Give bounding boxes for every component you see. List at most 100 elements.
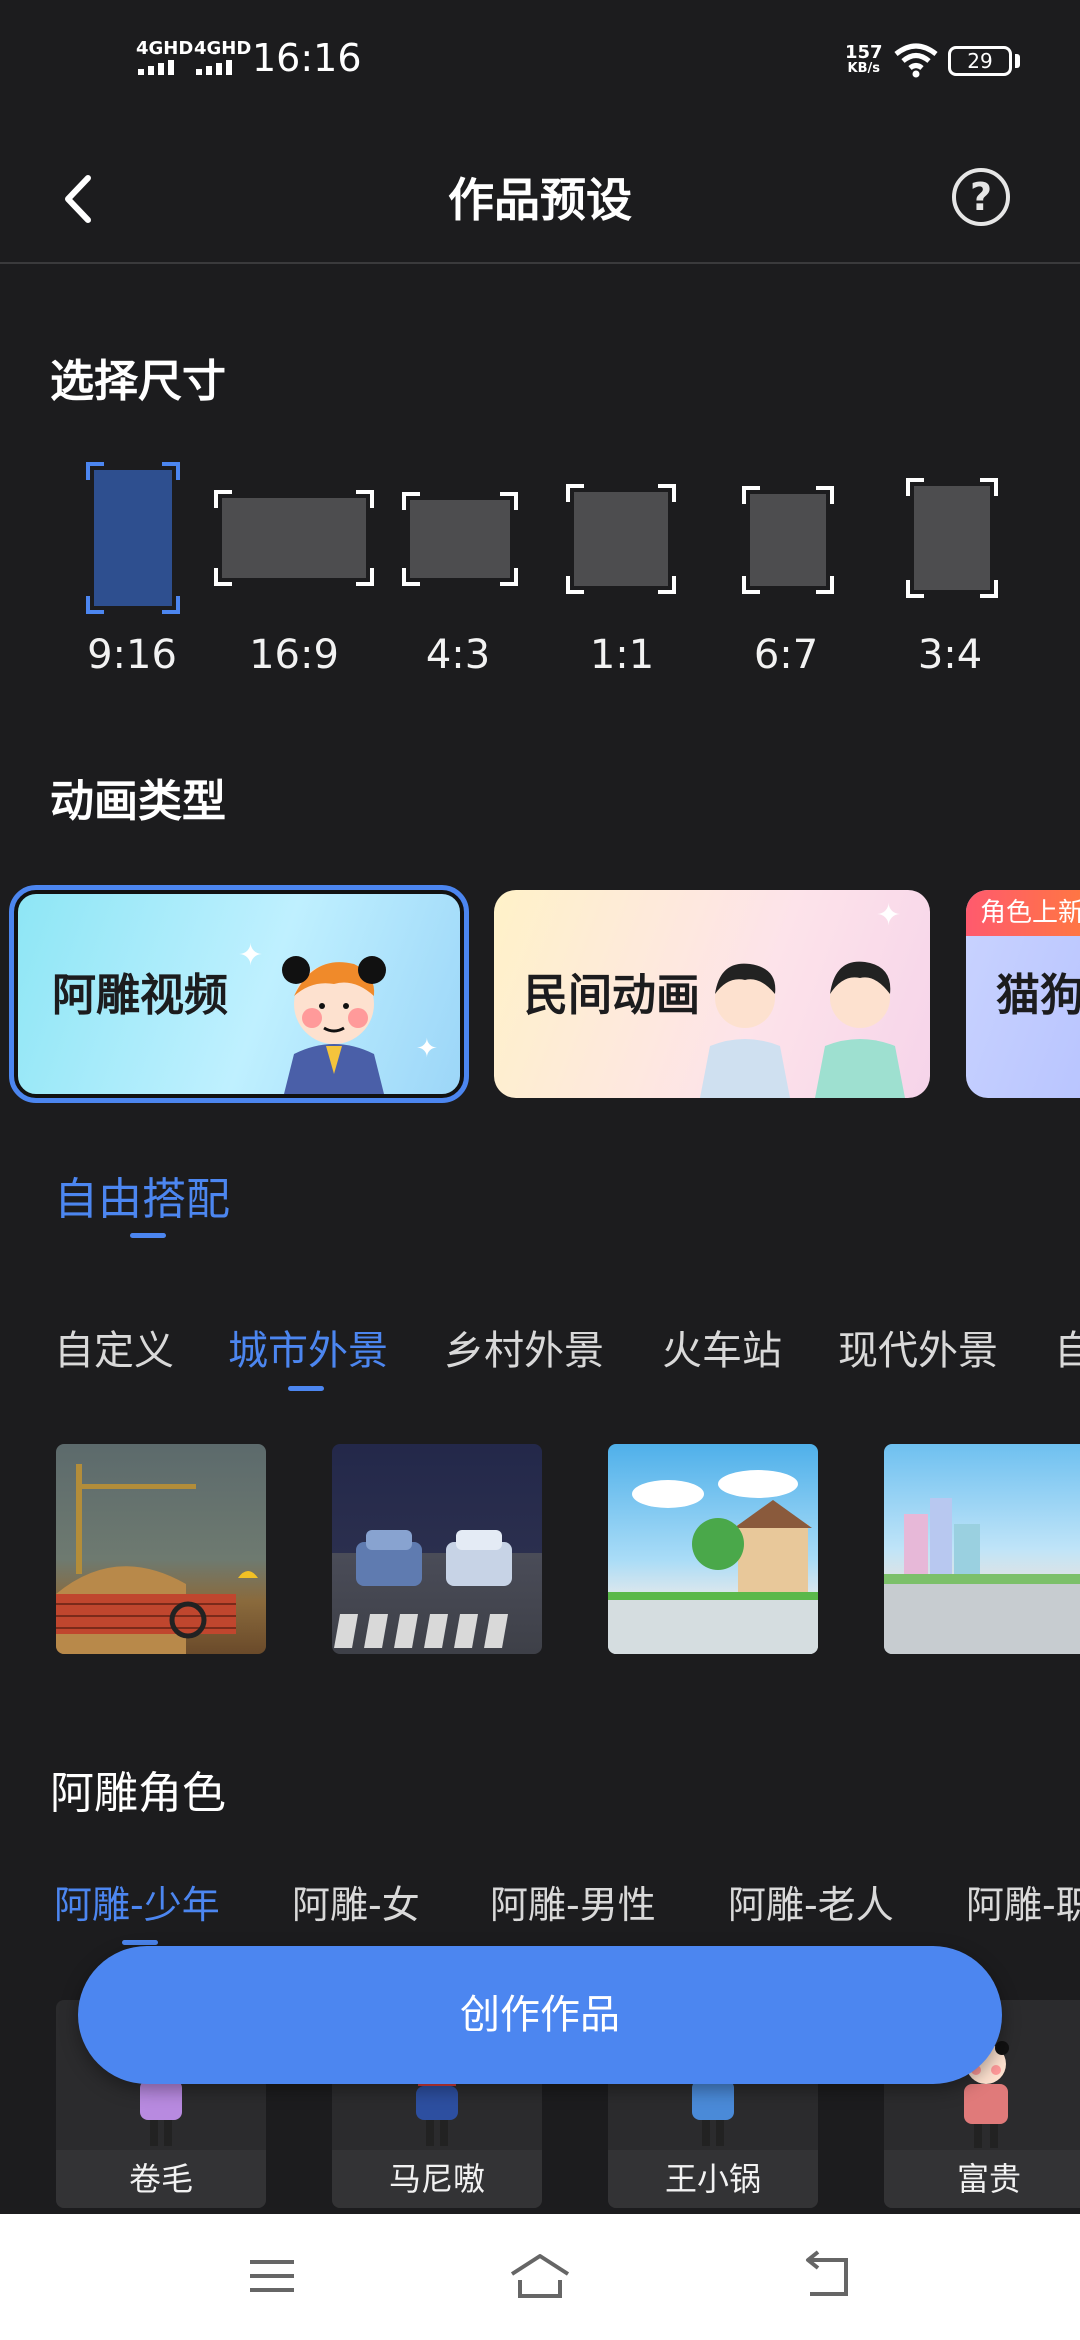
scene-thumbnail-construction[interactable]: [56, 1444, 266, 1654]
ratio-option-3-4[interactable]: [906, 478, 998, 598]
status-bar: 4GHD 4GHD 16:16 157 KB/s 29: [0, 0, 1080, 120]
wifi-icon: [894, 43, 938, 78]
ratio-option-6-7[interactable]: [742, 486, 834, 594]
corner: [500, 492, 518, 510]
battery-tip: [1015, 54, 1020, 68]
ratio-option-9-16[interactable]: [86, 462, 180, 614]
corner: [214, 568, 232, 586]
scene-thumbnail-town[interactable]: [608, 1444, 818, 1654]
ratio-preview: [914, 486, 990, 590]
page-title: 作品预设: [448, 173, 632, 227]
corner: [906, 478, 924, 496]
question-circle-icon[interactable]: ?: [952, 168, 1010, 226]
ratio-option-1-1[interactable]: [566, 484, 676, 594]
scene-tab-indicator: [288, 1386, 324, 1391]
character-name: 富贵: [884, 2150, 1080, 2208]
character-name: 王小锅: [608, 2150, 818, 2208]
ratio-label-9-16[interactable]: 9:16: [62, 630, 202, 680]
scene-tab-village[interactable]: 乡村外景: [444, 1326, 604, 1376]
corner: [658, 484, 676, 502]
ratio-option-16-9[interactable]: [214, 490, 374, 586]
animation-section-title: 动画类型: [50, 776, 226, 827]
signal-label-1: 4GHD: [136, 38, 194, 59]
free-match-indicator: [130, 1233, 166, 1238]
animation-card-adiao[interactable]: 阿雕视频 ✦ ✦: [9, 885, 469, 1103]
battery-icon: 29: [948, 46, 1012, 76]
scene-tab-station[interactable]: 火车站: [662, 1326, 782, 1376]
scene-tab-modern[interactable]: 现代外景: [838, 1326, 998, 1376]
menu-icon[interactable]: [242, 2248, 302, 2304]
corner: [742, 486, 760, 504]
ratio-preview: [574, 492, 668, 586]
corner: [980, 580, 998, 598]
back-icon[interactable]: [796, 2248, 856, 2304]
animation-card-cat-dog[interactable]: 角色上新 猫狗: [966, 890, 1080, 1098]
ratio-preview: [222, 498, 366, 578]
create-work-button[interactable]: 创作作品: [78, 1946, 1002, 2084]
character-tab-female[interactable]: 阿雕-女: [292, 1880, 420, 1930]
ratio-preview: [94, 470, 172, 606]
scene-thumbnail-crosswalk[interactable]: [332, 1444, 542, 1654]
corner: [402, 568, 420, 586]
scene-thumbnail-modern-city[interactable]: [884, 1444, 1080, 1654]
scene-tab-city[interactable]: 城市外景: [228, 1326, 388, 1376]
character-name: 卷毛: [56, 2150, 266, 2208]
corner: [86, 462, 104, 480]
clock: 16:16: [252, 36, 362, 80]
ratio-label-6-7[interactable]: 6:7: [716, 630, 856, 680]
crosswalk-scene-icon: [334, 1530, 512, 1648]
scene-tab-custom[interactable]: 自定义: [54, 1326, 174, 1376]
character-tab-male[interactable]: 阿雕-男性: [490, 1880, 656, 1930]
ratio-label-3-4[interactable]: 3:4: [880, 630, 1020, 680]
ratio-label-4-3[interactable]: 4:3: [388, 630, 528, 680]
ratio-option-4-3[interactable]: [402, 492, 518, 586]
animation-card-folk[interactable]: 民间动画 ✦: [494, 890, 930, 1098]
ratio-preview: [410, 500, 510, 578]
corner: [742, 576, 760, 594]
corner: [566, 484, 584, 502]
signal-label-2: 4GHD: [194, 38, 252, 59]
animation-card-label: 民间动画: [524, 970, 700, 1021]
character-illustration-icon: [282, 956, 386, 1094]
character-name: 马尼嗷: [332, 2150, 542, 2208]
animation-card-label: 猫狗: [996, 970, 1080, 1021]
city-scene-icon: [884, 1498, 1080, 1654]
network-speed-unit: KB/s: [847, 61, 881, 76]
sparkle-icon: ✦: [876, 898, 902, 933]
character-tab-youth[interactable]: 阿雕-少年: [54, 1880, 220, 1930]
network-speed-value: 157: [845, 42, 883, 63]
town-scene-icon: [608, 1470, 818, 1654]
ratio-label-16-9[interactable]: 16:9: [224, 630, 364, 680]
construction-scene-icon: [56, 1464, 258, 1654]
corner: [356, 490, 374, 508]
signal-2-icon: [196, 60, 232, 75]
corner: [356, 568, 374, 586]
corner: [214, 490, 232, 508]
network-speed: 157 KB/s: [845, 44, 883, 76]
home-icon[interactable]: [508, 2248, 572, 2304]
top-app-bar: 作品预设 ?: [0, 140, 1080, 264]
corner: [162, 596, 180, 614]
corner: [162, 462, 180, 480]
size-section-title: 选择尺寸: [50, 356, 226, 407]
free-match-tab[interactable]: 自由搭配: [54, 1172, 230, 1228]
corner: [566, 576, 584, 594]
signal-1-icon: [138, 60, 174, 75]
sparkle-icon: ✦: [238, 938, 264, 973]
corner: [816, 486, 834, 504]
corner: [86, 596, 104, 614]
sparkle-icon: ✦: [416, 1034, 438, 1064]
character-tab-more[interactable]: 阿雕-职: [966, 1880, 1080, 1930]
new-character-badge: 角色上新: [966, 890, 1080, 936]
character-tab-elder[interactable]: 阿雕-老人: [728, 1880, 894, 1930]
corner: [658, 576, 676, 594]
corner: [816, 576, 834, 594]
ratio-preview: [750, 494, 826, 586]
ratio-label-1-1[interactable]: 1:1: [552, 630, 692, 680]
animation-card-label: 阿雕视频: [52, 970, 228, 1021]
character-section-title: 阿雕角色: [50, 1768, 226, 1819]
folk-characters-icon: [700, 961, 905, 1098]
corner: [402, 492, 420, 510]
scene-tab-more[interactable]: 自: [1054, 1326, 1080, 1376]
corner: [906, 580, 924, 598]
